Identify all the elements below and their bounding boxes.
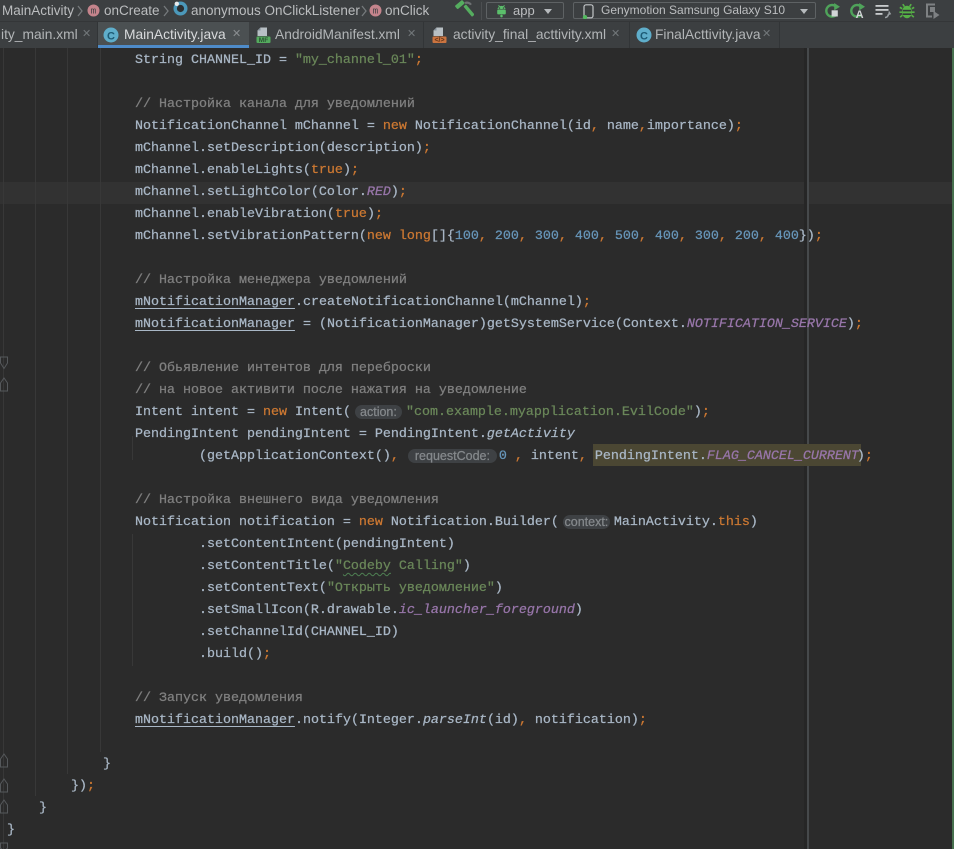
svg-text:C: C xyxy=(107,31,115,43)
svg-text:</>: </> xyxy=(434,37,444,44)
svg-text:m: m xyxy=(373,7,378,17)
svg-text:A: A xyxy=(856,9,864,20)
svg-text:MF: MF xyxy=(259,37,268,44)
svg-text:C: C xyxy=(640,31,648,43)
svg-text:m: m xyxy=(91,7,96,17)
